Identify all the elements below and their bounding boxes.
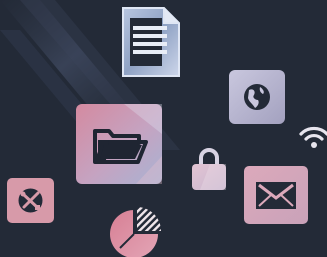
tools-tile[interactable]	[7, 178, 54, 223]
lock-tile[interactable]	[190, 146, 228, 190]
tools-icon	[7, 178, 54, 223]
document-tile[interactable]	[120, 6, 182, 78]
globe-icon	[229, 70, 285, 124]
document-icon	[122, 7, 180, 77]
mail-icon	[244, 166, 308, 224]
folder-tile[interactable]	[76, 104, 162, 184]
wifi-tile[interactable]	[298, 126, 327, 150]
lock-icon	[192, 148, 226, 190]
globe-tile[interactable]	[229, 70, 285, 124]
folder-icon	[76, 104, 162, 184]
wifi-icon	[299, 126, 327, 148]
pie-chart-tile[interactable]	[108, 204, 164, 257]
pie-chart-icon	[110, 207, 161, 257]
mail-tile[interactable]	[244, 166, 308, 224]
